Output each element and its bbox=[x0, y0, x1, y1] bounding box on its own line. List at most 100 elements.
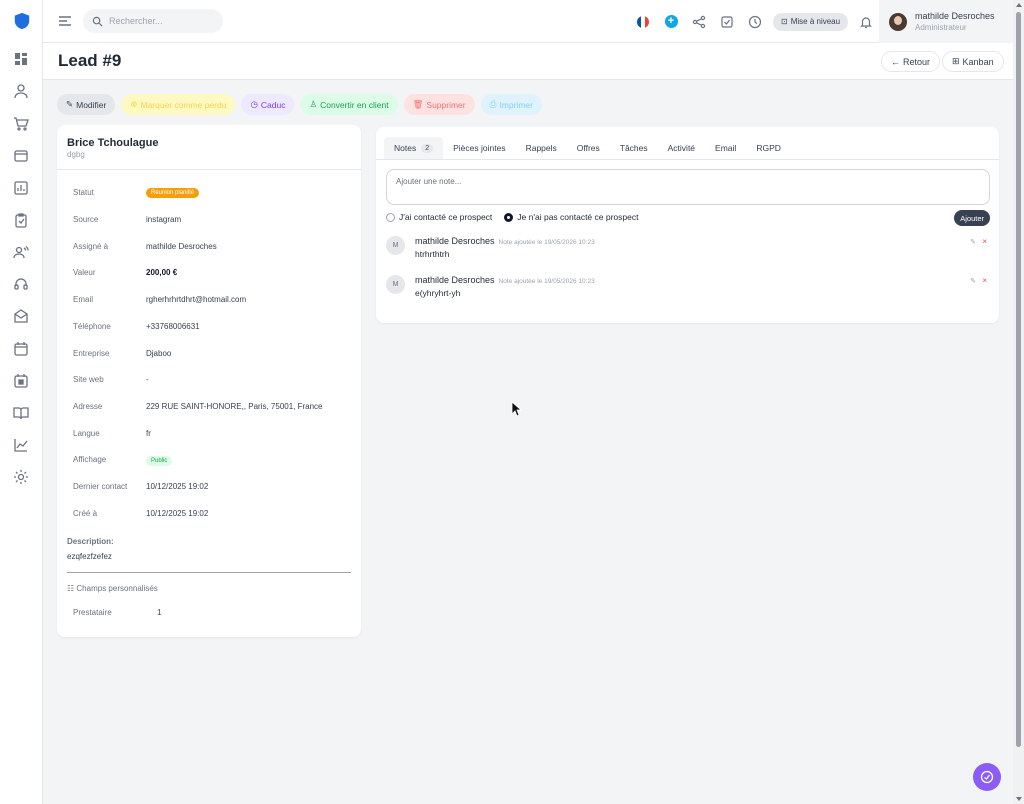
description-value: ezqfezfzefez bbox=[67, 552, 112, 561]
lead-details-card: Brice Tchoulague dgbg Statut Réunion pla… bbox=[57, 125, 361, 637]
field-label: Langue bbox=[73, 429, 100, 438]
radio-contacted-label[interactable]: J'ai contacté ce prospect bbox=[399, 212, 492, 222]
note-textarea[interactable]: Ajouter une note... bbox=[386, 169, 990, 205]
value-amount: 200,00 € bbox=[146, 268, 178, 277]
search-input[interactable]: Rechercher... bbox=[83, 9, 223, 33]
radio-not-contacted-label[interactable]: Je n'ai pas contacté ce prospect bbox=[517, 212, 638, 222]
chart-line-icon[interactable] bbox=[13, 437, 29, 453]
upgrade-label: Mise à niveau bbox=[790, 17, 841, 26]
lead-name: Brice Tchoulague bbox=[67, 137, 159, 149]
lead-actions: ✎ Modifier ⊗ Marquer comme perdu ◷ Caduc ♙ C… bbox=[57, 94, 542, 115]
note-text: htrhrthtrh bbox=[415, 249, 450, 259]
tab-label: Pièces jointes bbox=[453, 143, 506, 153]
sliders-icon: ☷ bbox=[67, 584, 77, 593]
search-placeholder: Rechercher... bbox=[109, 16, 163, 26]
language-value: fr bbox=[146, 429, 151, 438]
headset-icon[interactable] bbox=[13, 276, 29, 292]
trash-icon: 🗑 bbox=[412, 99, 424, 109]
language-flag-icon[interactable] bbox=[629, 0, 657, 43]
notes-card: Notes 2 Pièces jointes Rappels Offres Tâc… bbox=[376, 127, 999, 323]
page-title: Lead #9 bbox=[58, 51, 122, 70]
calendar-day-icon[interactable] bbox=[13, 373, 29, 389]
tab-attachments[interactable]: Pièces jointes bbox=[443, 137, 515, 159]
tab-label: Notes bbox=[394, 143, 417, 153]
status-value: Réunion planifié bbox=[146, 188, 200, 198]
scrollbar-thumb[interactable] bbox=[1016, 12, 1021, 747]
chat-button[interactable] bbox=[973, 763, 1001, 791]
bell-icon[interactable] bbox=[852, 0, 880, 43]
print-button[interactable]: ⎙ Imprimer bbox=[480, 94, 542, 115]
field-label: Valeur bbox=[73, 268, 96, 277]
avatar bbox=[889, 12, 907, 31]
cart-icon[interactable] bbox=[13, 116, 29, 132]
search-icon bbox=[92, 16, 103, 27]
field-label: Source bbox=[73, 215, 99, 224]
back-button[interactable]: ← Retour bbox=[881, 51, 941, 72]
field-label: Email bbox=[73, 295, 94, 304]
kanban-button[interactable]: ⊞ Kanban bbox=[942, 51, 1004, 72]
upgrade-button[interactable]: ⊡ Mise à niveau bbox=[773, 12, 849, 31]
tab-activity[interactable]: Activité bbox=[658, 137, 705, 159]
mark-lost-button[interactable]: ⊗ Marquer comme perdu bbox=[121, 94, 236, 115]
field-label: Entreprise bbox=[73, 349, 110, 358]
source-value: instagram bbox=[146, 215, 182, 224]
dashboard-icon[interactable] bbox=[13, 51, 29, 67]
printer-icon: ⎙ bbox=[489, 99, 497, 109]
share-icon[interactable] bbox=[685, 0, 713, 43]
note-avatar: M bbox=[386, 275, 405, 294]
tab-reminders[interactable]: Rappels bbox=[516, 137, 567, 159]
mouse-cursor-icon bbox=[511, 401, 522, 417]
clock-icon[interactable] bbox=[741, 0, 769, 43]
scrollbar[interactable] bbox=[1013, 0, 1024, 804]
address-value: 229 RUE SAINT-HONORE,, Paris, 75001, Fra… bbox=[146, 402, 323, 411]
book-icon[interactable] bbox=[13, 405, 29, 421]
convert-client-button[interactable]: ♙ Convertir en client bbox=[300, 94, 398, 115]
delete-note-icon[interactable]: × bbox=[982, 276, 987, 285]
radio-contacted[interactable] bbox=[386, 212, 395, 222]
menu-toggle-icon[interactable] bbox=[57, 13, 73, 29]
tab-label: Tâches bbox=[619, 143, 648, 153]
clipboard-icon[interactable] bbox=[13, 212, 29, 228]
sidebar bbox=[0, 0, 43, 804]
back-label: Retour bbox=[903, 56, 931, 67]
arrow-left-icon: ← bbox=[891, 56, 900, 67]
note-author: mathilde Desroches bbox=[415, 275, 495, 285]
add-note-button[interactable]: Ajouter bbox=[954, 210, 990, 226]
visibility-value: Public bbox=[146, 456, 173, 466]
calendar-icon[interactable] bbox=[13, 341, 29, 357]
radio-not-contacted[interactable] bbox=[504, 212, 514, 222]
delete-note-icon[interactable]: × bbox=[982, 237, 987, 246]
note-date: Note ajoutée le 19/05/2026 10:23 bbox=[498, 239, 595, 246]
field-label: Affichage bbox=[73, 455, 107, 464]
task-check-icon[interactable] bbox=[713, 0, 741, 43]
chat-icon bbox=[980, 770, 994, 784]
report-icon[interactable] bbox=[13, 180, 29, 196]
settings-icon[interactable] bbox=[13, 469, 29, 485]
phone-value[interactable]: +33768006631 bbox=[146, 322, 200, 331]
note-avatar: M bbox=[386, 236, 405, 255]
contacts-icon[interactable] bbox=[13, 244, 29, 260]
tab-offers[interactable]: Offres bbox=[567, 137, 610, 159]
mail-icon[interactable] bbox=[13, 308, 29, 324]
wallet-icon[interactable] bbox=[13, 148, 29, 164]
user-menu[interactable]: mathilde Desroches Administrateur bbox=[879, 0, 1013, 43]
edit-note-icon[interactable]: ✎ bbox=[970, 238, 976, 246]
field-label: Site web bbox=[73, 375, 104, 384]
tab-bar: Notes 2 Pièces jointes Rappels Offres Tâc… bbox=[384, 137, 791, 159]
app-logo[interactable] bbox=[13, 12, 31, 30]
status-badge: Réunion planifié bbox=[146, 187, 200, 198]
x-circle-icon: ⊗ bbox=[130, 99, 138, 109]
tab-tasks[interactable]: Tâches bbox=[610, 137, 658, 159]
user-icon[interactable] bbox=[13, 83, 29, 99]
tab-rgpd[interactable]: RGPD bbox=[746, 137, 791, 159]
tab-email[interactable]: Email bbox=[705, 137, 746, 159]
tab-notes[interactable]: Notes 2 bbox=[384, 137, 444, 159]
delete-button[interactable]: 🗑 Supprimer bbox=[403, 94, 475, 115]
tab-label: Rappels bbox=[525, 143, 557, 153]
edit-button[interactable]: ✎ Modifier bbox=[57, 94, 116, 115]
custom-fields-title: ☷ Champs personnalisés bbox=[67, 584, 158, 593]
edit-note-icon[interactable]: ✎ bbox=[970, 277, 976, 285]
add-icon[interactable]: + bbox=[657, 0, 685, 43]
email-value[interactable]: rgherhrhrtdhrt@hotmail.com bbox=[146, 295, 246, 304]
caduc-button[interactable]: ◷ Caduc bbox=[241, 94, 295, 115]
